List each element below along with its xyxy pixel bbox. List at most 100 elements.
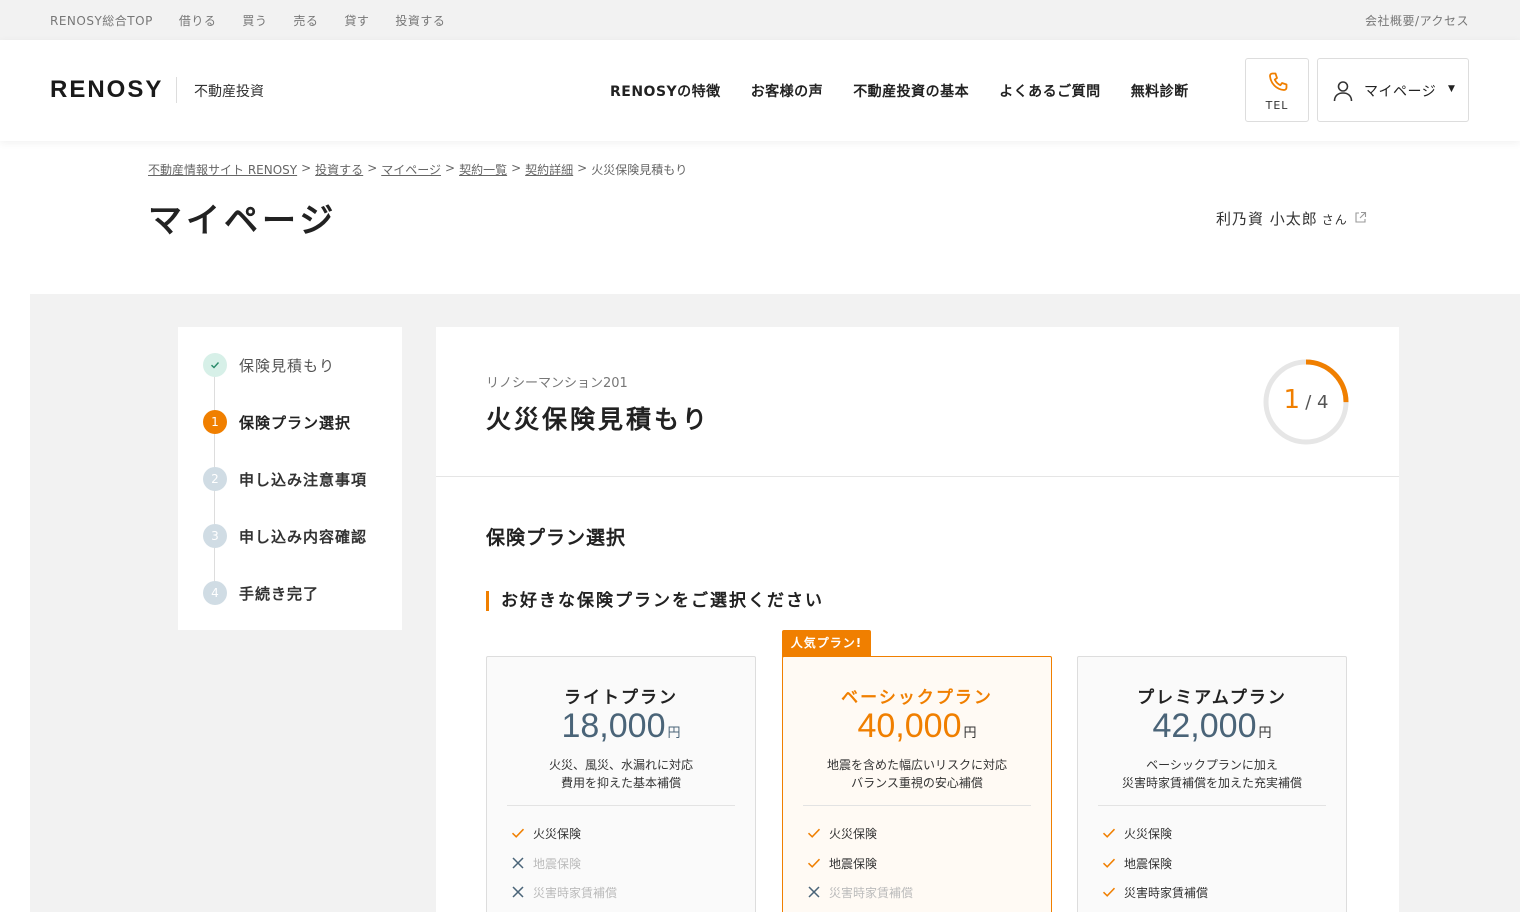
popular-plan-badge: 人気プラン!	[782, 630, 871, 657]
plan-name: ライトプラン	[564, 688, 678, 708]
plan-price-amount: 40,000	[857, 707, 962, 745]
plan-name: ベーシックプラン	[841, 688, 993, 708]
plan-description-line: 地震を含めた幅広いリスクに対応	[826, 758, 1007, 772]
breadcrumb: 不動産情報サイト RENOSY > 投資する > マイページ > 契約一覧 > …	[148, 161, 687, 178]
plan-feature-label: 災害時家賃補償	[1124, 885, 1209, 900]
plan-description-line: 火災、風災、水漏れに対応	[548, 758, 693, 772]
section-title: 保険プラン選択	[486, 527, 627, 549]
breadcrumb-separator: >	[511, 161, 522, 175]
step-item-complete: 4 手続き完了	[203, 581, 319, 605]
plan-name: プレミアムプラン	[1137, 688, 1287, 708]
plan-description-line: 費用を抑えた基本補償	[560, 776, 681, 790]
plan-feature-label: 火災保険	[1124, 826, 1173, 841]
breadcrumb-link-invest[interactable]: 投資する	[315, 161, 363, 178]
mypage-label: マイページ	[1364, 84, 1437, 100]
plan-feature-label: 火災保険	[829, 826, 878, 841]
check-icon	[203, 353, 227, 377]
step-number: 1	[203, 410, 227, 434]
progress-ring: 1 / 4	[1262, 358, 1350, 446]
nav-features[interactable]: RENOSYの特徴	[610, 81, 721, 101]
step-label: 手続き完了	[239, 584, 320, 603]
plan-price-unit: 円	[963, 726, 977, 741]
user-name: 利乃資 小太郎	[1216, 210, 1318, 228]
plan-divider	[507, 805, 735, 806]
utility-link-sell[interactable]: 売る	[293, 12, 318, 29]
page-title: マイページ	[148, 201, 338, 241]
property-name: リノシーマンション201	[486, 376, 628, 391]
plan-feature: 地震保険	[511, 854, 581, 872]
plan-card-premium[interactable]: プレミアムプラン 42,000 円 ベーシックプランに加え 災害時家賃補償を加えた…	[1077, 656, 1347, 912]
step-number: 3	[203, 524, 227, 548]
step-label: 申し込み注意事項	[239, 470, 368, 489]
user-icon	[1333, 81, 1353, 102]
breadcrumb-separator: >	[301, 161, 312, 175]
check-icon	[807, 828, 821, 838]
check-icon	[807, 858, 821, 868]
caret-down-icon: ▼	[1448, 84, 1455, 94]
user-suffix: さん	[1321, 213, 1348, 227]
utility-link-buy[interactable]: 買う	[242, 12, 267, 29]
plan-feature: 災害時家賃補償	[511, 883, 617, 901]
plan-price: 18,000 円	[487, 707, 755, 746]
progress-current: 1	[1283, 385, 1301, 415]
plan-feature-label: 災害時家賃補償	[533, 885, 618, 900]
plan-feature-label: 地震保険	[829, 856, 878, 871]
plan-price-unit: 円	[667, 726, 681, 741]
phone-icon	[1269, 72, 1288, 91]
check-icon	[1102, 828, 1116, 838]
nav-basics[interactable]: 不動産投資の基本	[853, 81, 969, 101]
logo-divider	[176, 77, 177, 103]
plan-price: 40,000 円	[783, 707, 1051, 746]
check-icon	[1102, 887, 1116, 897]
breadcrumb-separator: >	[367, 161, 378, 175]
plan-description-line: ベーシックプランに加え	[1146, 758, 1278, 772]
breadcrumb-separator: >	[445, 161, 456, 175]
plan-feature: 災害時家賃補償	[1102, 883, 1208, 901]
user-name-link[interactable]: 利乃資 小太郎 さん	[1216, 208, 1367, 229]
plan-divider	[803, 805, 1031, 806]
breadcrumb-link-contract-detail[interactable]: 契約詳細	[525, 161, 573, 178]
step-number: 4	[203, 581, 227, 605]
utility-link-invest[interactable]: 投資する	[395, 12, 445, 29]
plan-description-line: 災害時家賃補償を加えた充実補償	[1121, 776, 1302, 790]
check-icon	[1102, 858, 1116, 868]
utility-link-rent[interactable]: 借りる	[179, 12, 217, 29]
plan-feature: 火災保険	[807, 824, 877, 842]
tel-label: TEL	[1265, 99, 1289, 112]
panel-title: 火災保険見積もり	[486, 405, 711, 434]
main-panel: リノシーマンション201 火災保険見積もり 1 / 4 保険プラン選択 お好きな…	[436, 327, 1399, 912]
external-link-icon	[1355, 211, 1366, 223]
plan-price-amount: 18,000	[561, 707, 666, 745]
plan-feature-label: 災害時家賃補償	[829, 885, 914, 900]
cross-icon	[808, 886, 820, 898]
nav-free-diagnosis[interactable]: 無料診断	[1131, 81, 1189, 101]
utility-bar: RENOSY総合TOP 借りる 買う 売る 貸す 投資する 会社概要/アクセス	[0, 0, 1520, 40]
utility-link-renosy-top[interactable]: RENOSY総合TOP	[50, 12, 153, 29]
breadcrumb-link-contracts[interactable]: 契約一覧	[459, 161, 507, 178]
plan-feature: 災害時家賃補償	[807, 883, 913, 901]
tel-button[interactable]: TEL	[1245, 58, 1309, 122]
plan-price-unit: 円	[1258, 726, 1272, 741]
logo-subtitle: 不動産投資	[194, 84, 264, 100]
plan-price: 42,000 円	[1078, 707, 1346, 746]
breadcrumb-current: 火災保険見積もり	[591, 163, 688, 177]
breadcrumb-link-home[interactable]: 不動産情報サイト RENOSY	[148, 161, 297, 178]
step-number: 2	[203, 467, 227, 491]
nav-faq[interactable]: よくあるご質問	[999, 81, 1101, 101]
check-icon	[511, 828, 525, 838]
plan-feature: 地震保険	[1102, 854, 1172, 872]
renosy-logo[interactable]: RENOSY	[50, 76, 163, 104]
mypage-menu-button[interactable]: マイページ ▼	[1317, 58, 1469, 122]
plan-card-light[interactable]: ライトプラン 18,000 円 火災、風災、水漏れに対応 費用を抑えた基本補償 火…	[486, 656, 756, 912]
plan-card-basic[interactable]: ベーシックプラン 40,000 円 地震を含めた幅広いリスクに対応 バランス重視の…	[782, 656, 1052, 912]
progress-label: 1 / 4	[1262, 385, 1350, 415]
plan-feature: 火災保険	[1102, 824, 1172, 842]
nav-voices[interactable]: お客様の声	[751, 81, 824, 101]
plan-divider	[1098, 805, 1326, 806]
breadcrumb-link-mypage[interactable]: マイページ	[381, 161, 441, 178]
utility-link-lend[interactable]: 貸す	[344, 12, 369, 29]
company-info-link[interactable]: 会社概要/アクセス	[1365, 12, 1469, 29]
cross-icon	[512, 857, 524, 869]
plan-feature-label: 地震保険	[1124, 856, 1173, 871]
step-label: 申し込み内容確認	[239, 527, 368, 546]
